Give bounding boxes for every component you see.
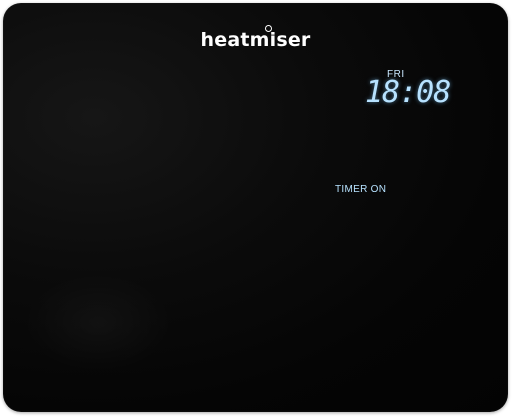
surface-glare — [23, 273, 173, 373]
brand-logo: heatmiser — [200, 29, 311, 51]
clock-display: 18:08 — [365, 75, 451, 110]
brand-mark-icon — [265, 25, 272, 32]
thermostat-device[interactable]: heatmiser FRI 18:08 TIMER ON — [3, 3, 508, 412]
timer-status: TIMER ON — [335, 184, 387, 195]
